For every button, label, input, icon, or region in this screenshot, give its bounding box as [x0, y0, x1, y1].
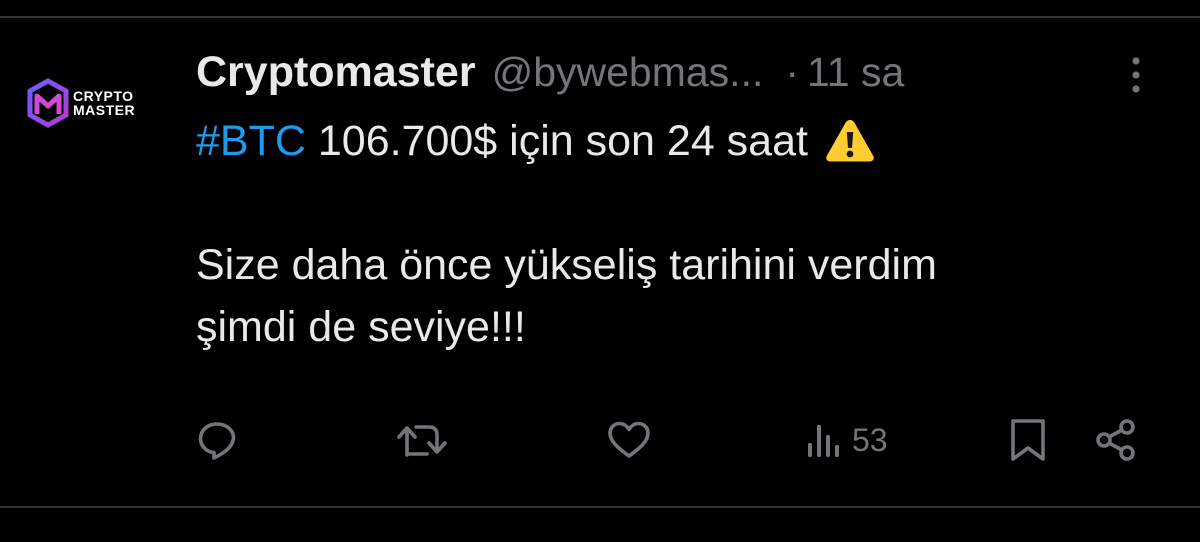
bookmark-icon — [1011, 419, 1045, 461]
more-options-button[interactable] — [1120, 52, 1152, 98]
bookmark-button[interactable] — [1008, 414, 1048, 466]
cryptomaster-logo-icon — [27, 78, 69, 128]
views-count: 53 — [852, 421, 888, 458]
author-handle[interactable]: @bywebmas... — [492, 49, 764, 96]
views-icon — [808, 425, 839, 457]
reply-button[interactable] — [196, 414, 238, 466]
warning-icon — [826, 120, 874, 162]
more-vertical-icon — [1132, 57, 1140, 93]
retweet-icon — [397, 425, 447, 457]
reply-icon — [198, 422, 236, 460]
tweet-header: Cryptomaster @bywebmas... · 11 sa — [196, 44, 1186, 100]
tweet-text: #BTC 106.700$ için son 24 saat Size daha… — [196, 110, 1186, 358]
tweet-line-1: #BTC 106.700$ için son 24 saat — [196, 110, 1186, 172]
avatar-line-1: CRYPTO — [73, 88, 134, 104]
share-icon — [1096, 419, 1135, 461]
tweet-line-2: Size daha önce yükseliş tarihini verdim — [196, 241, 937, 289]
like-icon — [608, 421, 650, 458]
author-display-name[interactable]: Cryptomaster — [196, 48, 476, 97]
like-button[interactable] — [606, 414, 652, 466]
top-divider — [0, 16, 1200, 18]
avatar-line-2: MASTER — [73, 102, 136, 118]
bottom-divider — [0, 506, 1200, 508]
tweet-timestamp[interactable]: 11 sa — [807, 49, 904, 96]
avatar-wordmark: CRYPTO MASTER — [73, 89, 135, 117]
tweet-line-3: şimdi de seviye!!! — [196, 303, 526, 351]
hashtag-link[interactable]: #BTC — [196, 117, 306, 165]
header-separator: · — [785, 48, 800, 95]
retweet-button[interactable] — [396, 414, 448, 466]
views-button[interactable]: 53 — [806, 414, 888, 466]
tweet-line-1-text: 106.700$ için son 24 saat — [305, 117, 808, 165]
avatar[interactable]: CRYPTO MASTER — [26, 68, 166, 138]
tweet-action-bar: 53 — [196, 414, 1156, 466]
share-button[interactable] — [1094, 414, 1138, 466]
